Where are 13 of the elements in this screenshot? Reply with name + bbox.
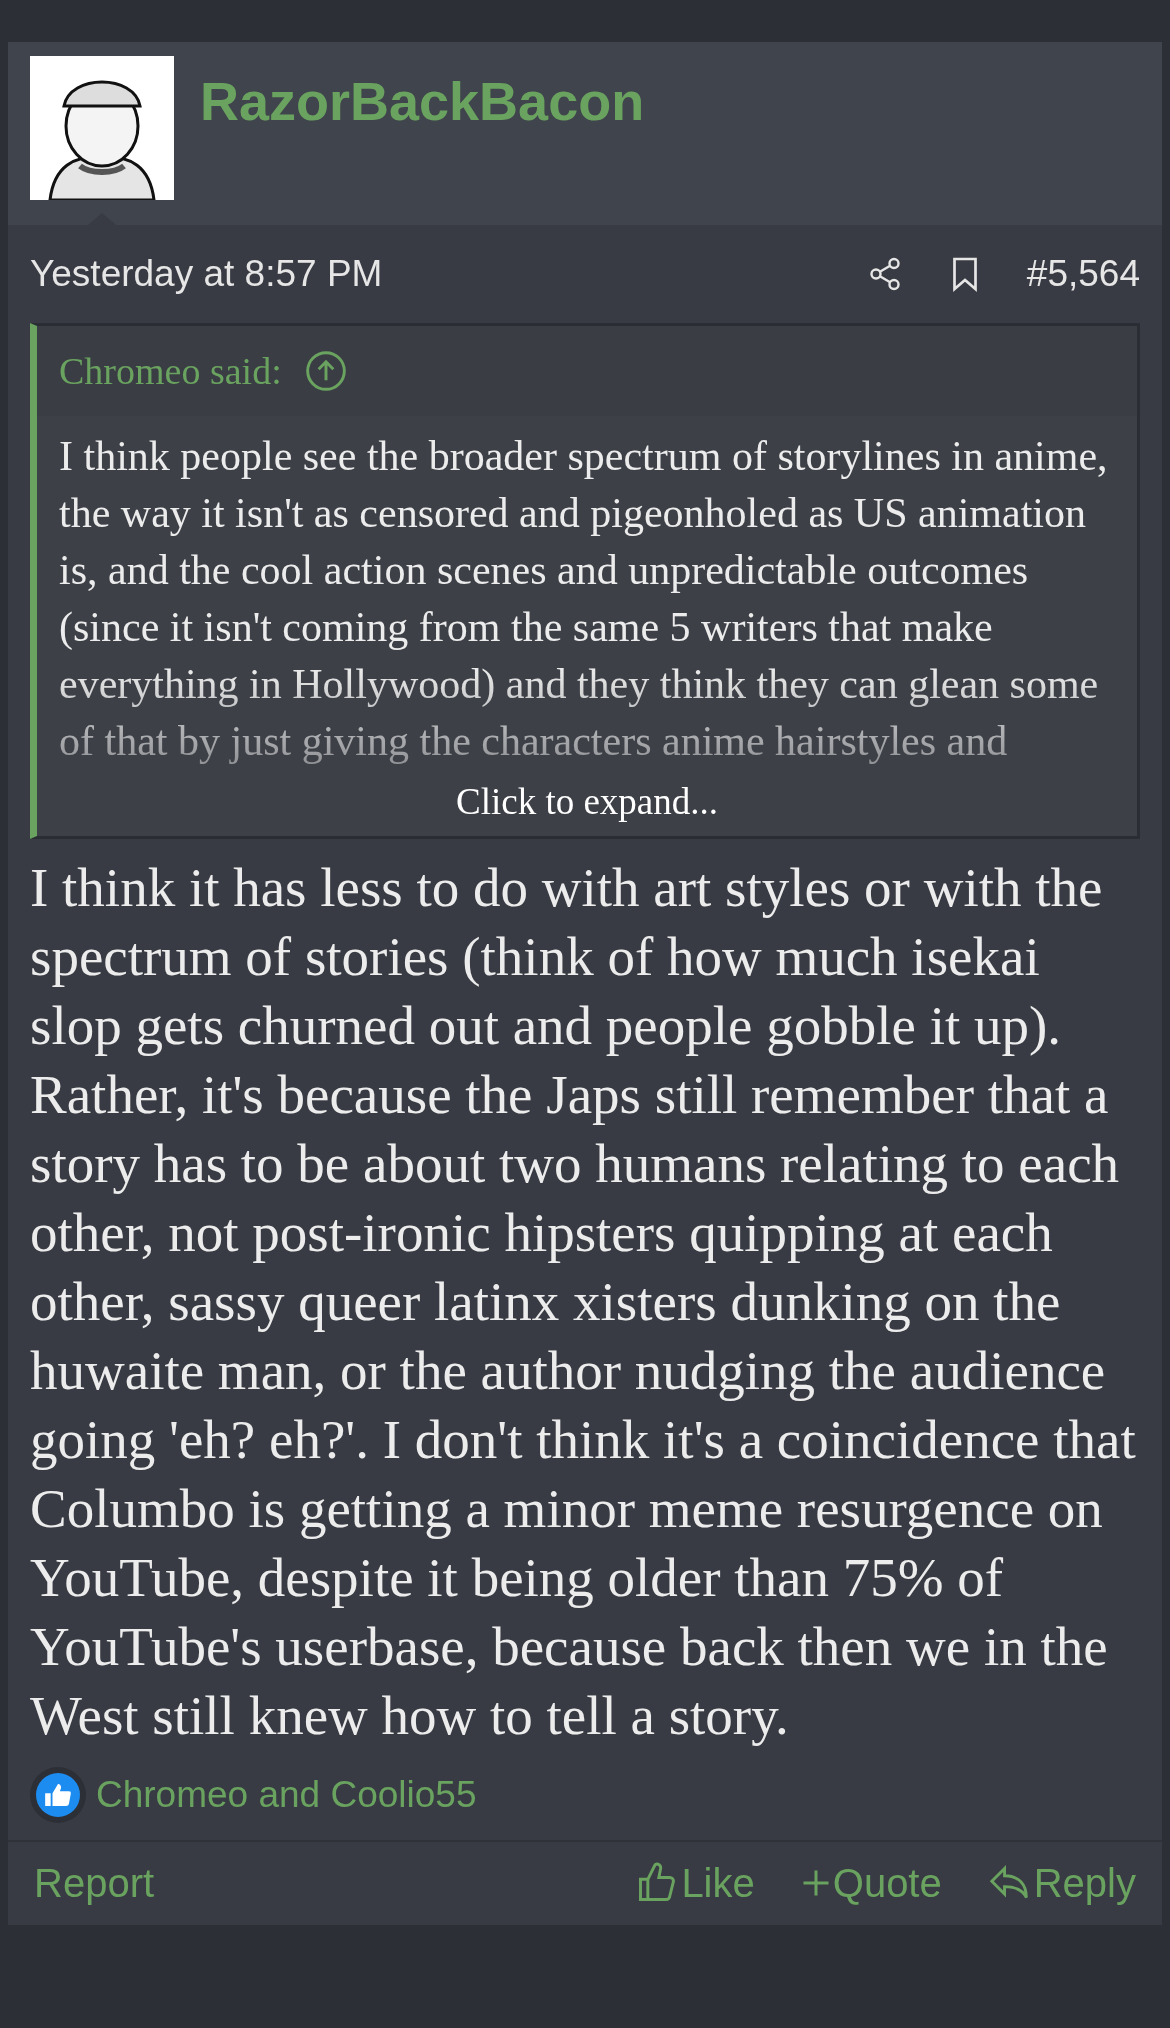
post-time[interactable]: Yesterday at 8:57 PM <box>30 246 867 302</box>
report-link[interactable]: Report <box>34 1853 155 1913</box>
author-name[interactable]: RazorBackBacon <box>200 74 645 128</box>
expand-link[interactable]: Click to expand... <box>455 774 718 830</box>
quote-attribution[interactable]: Chromeo said: <box>59 342 282 400</box>
like-button[interactable]: Like <box>635 1853 755 1913</box>
post-number[interactable]: #5,564 <box>1026 246 1140 302</box>
reply-button[interactable]: Reply <box>987 1853 1136 1913</box>
post-body: I think it has less to do with art styles or with the spectrum of stories (think of how much isekai slop gets churned out and people gobble it up). Rather, it's because the Japs still remember that a story has to be about two humans relating to each other, not post-ironic hipsters quipping at each other, sassy queer latinx xisters dunking on the huwaite man, or the author nudging the audience going 'eh? eh?'. I don't think it's a coincidence that Columbo is getting a minor meme resurgence on YouTube, despite it being older than 75% of YouTube's userbase, because back then we in the West still knew how to tell a story. <box>29 855 1137 1748</box>
arrow-up-circle-icon[interactable] <box>303 349 348 393</box>
quote-text: I think people see the broader spectrum of storylines in anime, the way it isn't as censored and pigeonholed as US animation is, and the cool action scenes and unpredictable outcomes (since it isn't coming from the same 5 writers that make everything in Hollywood) and they think they can glean some of that by just giving the characters anime hairstyles and <box>59 432 1109 766</box>
quote-button[interactable]: Quote <box>800 1853 942 1913</box>
reaction-users[interactable]: Chromeo and Coolio55 <box>96 1766 477 1823</box>
